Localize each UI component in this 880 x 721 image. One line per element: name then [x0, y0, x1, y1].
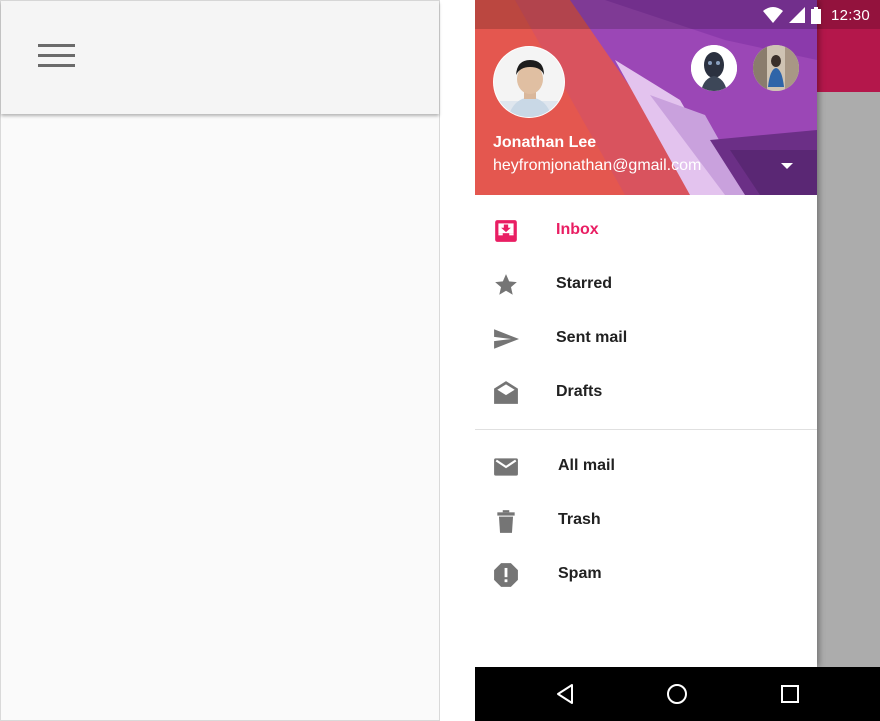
user-name: Jonathan Lee — [493, 134, 597, 151]
nav-item-all-mail[interactable]: All mail — [475, 439, 817, 493]
spam-icon — [494, 563, 518, 587]
nav-item-trash[interactable]: Trash — [475, 493, 817, 547]
nav-label-spam: Spam — [558, 565, 602, 582]
secondary-folders: All mail Trash Spam — [475, 439, 817, 601]
wifi-icon — [762, 7, 783, 23]
user-avatar[interactable] — [493, 46, 565, 118]
send-icon — [494, 329, 519, 349]
status-bar: 12:30 — [475, 0, 880, 29]
drawer-nav-list: Inbox Starred Sent mail Drafts All mail … — [475, 195, 817, 601]
arrow-drop-down-icon[interactable] — [775, 156, 799, 176]
nav-label-trash: Trash — [558, 511, 601, 528]
nav-label-drafts: Drafts — [556, 383, 603, 400]
drawer-open-screen: 12:30 Jonathan Lee heyfromjonathan@gmail… — [475, 0, 880, 721]
navigation-drawer: Jonathan Lee heyfromjonathan@gmail.com I… — [475, 0, 817, 667]
battery-icon — [810, 6, 821, 24]
trash-icon — [497, 510, 515, 533]
nav-item-drafts[interactable]: Drafts — [475, 365, 817, 419]
divider — [475, 429, 817, 430]
drawer-header: Jonathan Lee heyfromjonathan@gmail.com — [475, 0, 817, 195]
cell-signal-icon — [788, 7, 805, 23]
nav-label-inbox: Inbox — [556, 221, 599, 238]
recents-icon[interactable] — [778, 682, 802, 706]
home-icon[interactable] — [665, 682, 689, 706]
closed-screen — [0, 0, 440, 721]
mail-icon — [494, 458, 518, 476]
back-icon[interactable] — [554, 682, 578, 706]
tertiary-account-avatar[interactable] — [753, 45, 799, 91]
toolbar — [1, 1, 439, 114]
drafts-icon — [494, 381, 518, 404]
clock: 12:30 — [830, 6, 870, 24]
primary-folders: Inbox Starred Sent mail Drafts — [475, 195, 817, 419]
secondary-account-avatar[interactable] — [691, 45, 737, 91]
nav-label-all-mail: All mail — [558, 457, 615, 474]
inbox-icon — [495, 220, 517, 242]
nav-label-sent-mail: Sent mail — [556, 329, 628, 346]
system-nav-bar — [475, 667, 880, 721]
nav-item-spam[interactable]: Spam — [475, 547, 817, 601]
nav-item-inbox[interactable]: Inbox — [475, 203, 817, 257]
nav-item-starred[interactable]: Starred — [475, 257, 817, 311]
nav-label-starred: Starred — [556, 275, 613, 292]
star-icon — [495, 274, 517, 295]
nav-item-sent-mail[interactable]: Sent mail — [475, 311, 817, 365]
hamburger-menu-icon[interactable] — [38, 44, 75, 70]
user-email: heyfromjonathan@gmail.com — [493, 157, 702, 174]
